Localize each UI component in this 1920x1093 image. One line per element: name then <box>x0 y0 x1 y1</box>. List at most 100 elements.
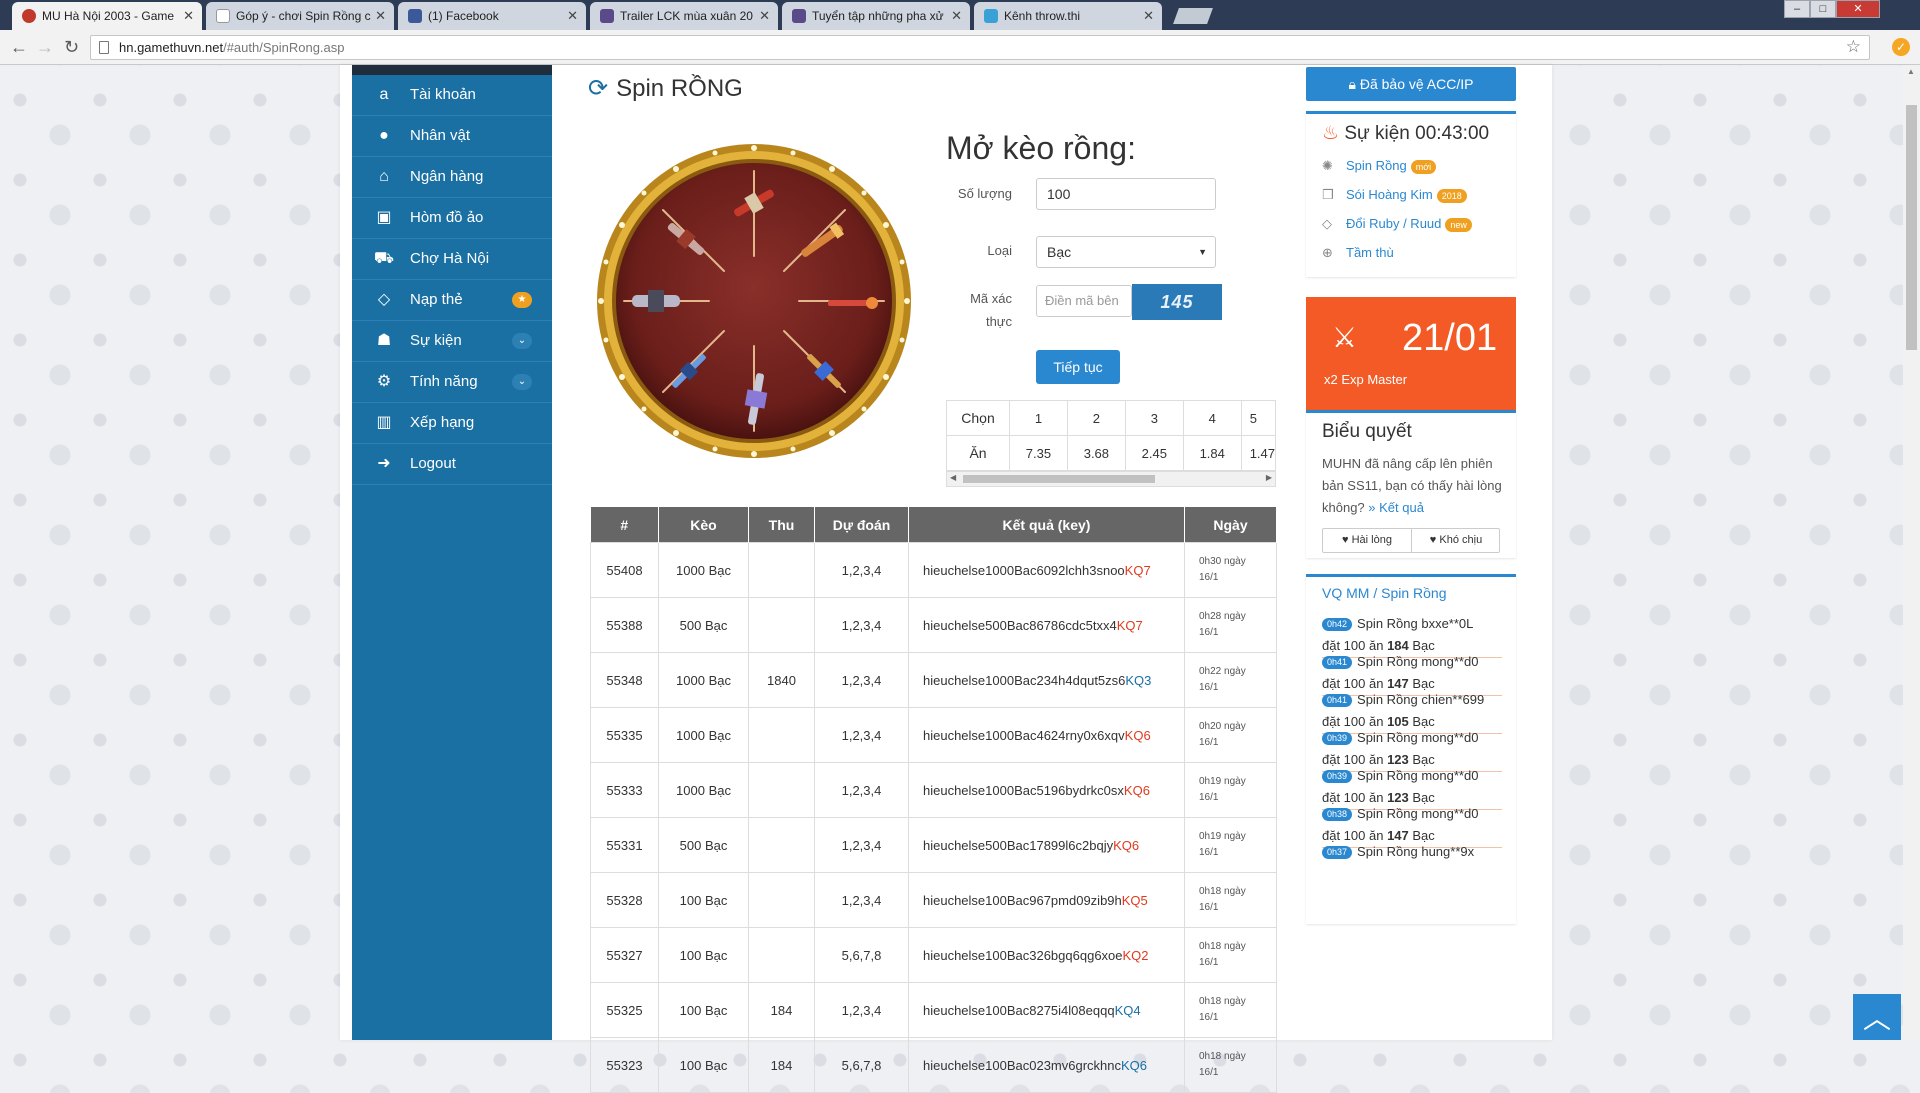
poll-results-link[interactable]: » Kết quả <box>1368 500 1424 515</box>
bet-id: 55408 <box>590 542 659 598</box>
scrollbar-thumb[interactable] <box>963 475 1155 483</box>
close-tab-icon[interactable]: ✕ <box>183 2 194 30</box>
bet-id: 55333 <box>590 762 659 818</box>
result-code: KQ6 <box>1123 782 1150 798</box>
chevron-down-icon: ⌄ <box>512 374 532 390</box>
result-code: KQ7 <box>1116 617 1143 633</box>
browser-tab-4[interactable]: Tuyển tập những pha xử ✕ <box>782 2 970 30</box>
browser-tab-5[interactable]: Kênh throw.thi ✕ <box>974 2 1162 30</box>
event-doi-ruby[interactable]: ◇ Đổi Ruby / Ruud new <box>1322 216 1472 232</box>
minimize-icon[interactable]: – <box>1784 0 1810 18</box>
sidebar-item-ranking[interactable]: ▥ Xếp hạng <box>352 403 552 444</box>
dragon-spin-wheel[interactable] <box>594 141 914 461</box>
odds-win-label: Ăn <box>946 435 1010 471</box>
bet-id: 55388 <box>590 597 659 653</box>
promo-text: x2 Exp Master <box>1324 372 1408 387</box>
captcha-label-line-2: thực <box>985 314 1012 329</box>
sidebar-item-features[interactable]: ⚙ Tính năng ⌄ <box>352 362 552 403</box>
bet-date: 0h19 ngày 16/1 <box>1184 762 1277 818</box>
scroll-right-icon[interactable]: ▶ <box>1266 473 1272 482</box>
url-field[interactable]: hn.gamethuvn.net/#auth/SpinRong.asp ☆ <box>90 35 1870 60</box>
scroll-left-icon[interactable]: ◀ <box>950 473 956 482</box>
event-tam-thu[interactable]: ⊕ Tầm thù <box>1322 245 1394 261</box>
sidebar-item-character[interactable]: ● Nhân vật <box>352 116 552 157</box>
page-vertical-scrollbar[interactable]: ▲ <box>1903 65 1920 1040</box>
bookmark-star-icon[interactable]: ☆ <box>1846 37 1861 57</box>
time-badge: 0h42 <box>1322 618 1353 632</box>
close-tab-icon[interactable]: ✕ <box>375 2 386 30</box>
guess: 1,2,3,4 <box>814 982 909 1038</box>
close-tab-icon[interactable]: ✕ <box>759 2 770 30</box>
odds-horizontal-scrollbar[interactable]: ◀ ▶ <box>946 471 1276 487</box>
browser-tab-3[interactable]: Trailer LCK mùa xuân 20 ✕ <box>590 2 778 30</box>
sidebar-item-label: Xếp hạng <box>410 414 475 431</box>
lock-icon: 🔒︎ <box>1348 76 1360 92</box>
close-tab-icon[interactable]: ✕ <box>1143 2 1154 30</box>
back-arrow-icon[interactable]: ← <box>10 36 28 58</box>
date-suffix: ngày <box>1224 666 1246 677</box>
sidebar-item-label: Nạp thẻ <box>410 291 463 308</box>
sidebar-item-label: Nhân vật <box>410 127 471 144</box>
tab-title: MU Hà Nội 2003 - Game <box>42 9 175 23</box>
close-tab-icon[interactable]: ✕ <box>951 2 962 30</box>
scrollbar-thumb[interactable] <box>1906 105 1917 350</box>
maximize-icon[interactable]: □ <box>1810 0 1836 18</box>
bet-amount: 1000 Bạc <box>658 652 749 708</box>
result-key-text: hieuchelse100Bac023mv6grckhnc <box>923 1057 1122 1073</box>
sidebar-item-market[interactable]: ⛟ Chợ Hà Nội <box>352 239 552 280</box>
browser-tab-1[interactable]: Góp ý - chơi Spin Rồng c ✕ <box>206 2 394 30</box>
sidebar-item-account[interactable]: a Tài khoản <box>352 75 552 116</box>
extension-icon[interactable]: ✓ <box>1892 38 1910 56</box>
captcha-image[interactable]: 145 <box>1132 284 1222 320</box>
back-to-top-button[interactable]: ︿ <box>1853 994 1901 1040</box>
close-window-icon[interactable]: ✕ <box>1836 0 1880 18</box>
sidebar-item-bank[interactable]: ⌂ Ngân hàng <box>352 157 552 198</box>
sidebar: a Tài khoản ● Nhân vật ⌂ Ngân hàng ▣ Hòm… <box>352 65 552 1040</box>
event-badge: new <box>1445 217 1472 232</box>
browser-tab-0[interactable]: MU Hà Nội 2003 - Game ✕ <box>12 2 202 30</box>
guess: 1,2,3,4 <box>814 707 909 763</box>
continue-button[interactable]: Tiếp tục <box>1036 350 1120 384</box>
new-tab-button[interactable] <box>1173 8 1213 24</box>
column-header: Kèo <box>658 507 749 543</box>
warrior-icon: ⚔ <box>1332 322 1358 353</box>
browser-tab-2[interactable]: (1) Facebook ✕ <box>398 2 586 30</box>
odds-payout: 2.45 <box>1124 435 1184 471</box>
event-label: Đổi Ruby / Ruud <box>1346 216 1442 231</box>
vote-dissatisfied-button[interactable]: ♥ Khó chịu <box>1412 529 1500 552</box>
spin-feed-title[interactable]: VQ MM / Spin Rồng <box>1322 585 1447 601</box>
forward-arrow-icon[interactable]: → <box>36 36 54 58</box>
type-select[interactable]: Bạc ▼ <box>1036 236 1216 268</box>
promo-banner[interactable]: ⚔ 21/01 x2 Exp Master <box>1306 297 1516 410</box>
table-row: 55327 100 Bạc 5,6,7,8 hieuchelse100Bac326bg… <box>590 927 1277 983</box>
account-protected-button[interactable]: 🔒︎ Đã bảo vệ ACC/IP <box>1306 67 1516 101</box>
history-table: # Kèo Thu Dự đoán Kết quả (key) Ngày 554… <box>590 507 1277 1093</box>
bet-day: 16/1 <box>1199 682 1219 693</box>
bet-time: 0h19 <box>1199 831 1222 842</box>
sidebar-item-inventory[interactable]: ▣ Hòm đồ ảo <box>352 198 552 239</box>
feed-text: Spin Rồng mong**d0 <box>1357 768 1479 783</box>
tab-favicon-icon <box>22 9 36 23</box>
close-tab-icon[interactable]: ✕ <box>567 2 578 30</box>
url-host: hn.gamethuvn.net <box>119 40 224 55</box>
spin-feed-item: 0h37 Spin Rồng hung**9x <box>1322 841 1502 863</box>
bet-day: 16/1 <box>1199 737 1219 748</box>
reload-icon[interactable]: ↻ <box>64 36 79 58</box>
result-code: KQ4 <box>1114 1002 1141 1018</box>
captcha-input[interactable]: Điền mã bên <box>1036 285 1132 317</box>
sidebar-item-logout[interactable]: ➜ Logout <box>352 444 552 485</box>
date-suffix: ngày <box>1224 611 1246 622</box>
sidebar-item-topup[interactable]: ◇ Nạp thẻ ★ <box>352 280 552 321</box>
page-info-icon[interactable] <box>99 41 109 54</box>
event-soi-hoang-kim[interactable]: ❒ Sói Hoàng Kim 2018 <box>1322 187 1467 203</box>
bet-amount: 1000 Bạc <box>658 762 749 818</box>
quantity-input[interactable]: 100 <box>1036 178 1216 210</box>
sidebar-item-events[interactable]: ☗ Sự kiện ⌄ <box>352 321 552 362</box>
odds-choice: 4 <box>1182 400 1242 436</box>
scroll-up-icon[interactable]: ▲ <box>1907 67 1915 76</box>
bet-date: 0h18 ngày 16/1 <box>1184 982 1277 1038</box>
android-icon: ☗ <box>376 332 392 349</box>
vote-satisfied-button[interactable]: ♥ Hài lòng <box>1323 529 1412 552</box>
event-spin-rong[interactable]: ✺ Spin Rồng mới <box>1322 158 1437 174</box>
poll-panel: Biểu quyết MUHN đã nâng cấp lên phiên bả… <box>1306 410 1516 558</box>
